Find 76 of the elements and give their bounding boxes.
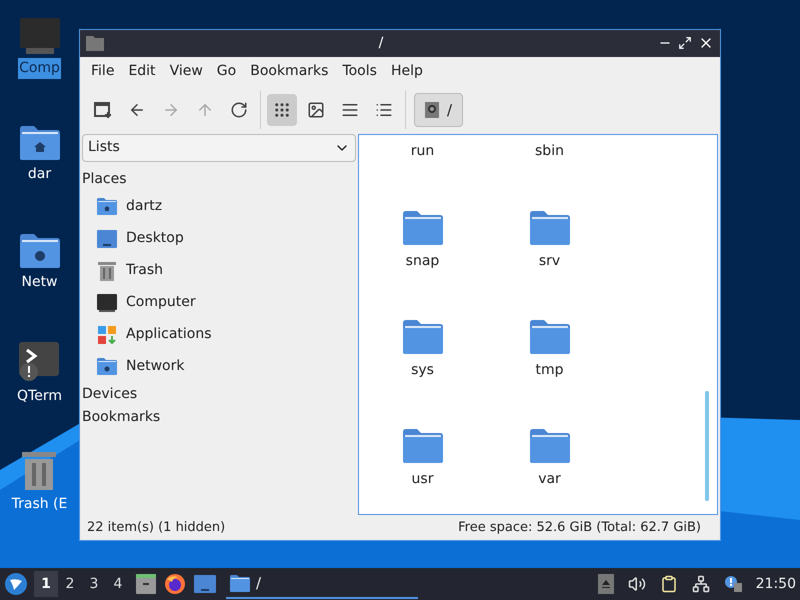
trash-icon bbox=[22, 450, 56, 490]
window-title: / bbox=[378, 34, 384, 53]
folder-item[interactable]: usr bbox=[359, 404, 486, 514]
folder-icon bbox=[530, 210, 570, 245]
workspace-tab[interactable]: 3 bbox=[82, 571, 106, 597]
toolbar-button[interactable] bbox=[267, 94, 297, 126]
drive-icon bbox=[425, 102, 439, 118]
path-button[interactable]: / bbox=[414, 93, 464, 128]
trash-icon bbox=[98, 260, 116, 281]
item-count: 22 item(s) (1 hidden) bbox=[87, 518, 226, 537]
terminal-icon bbox=[19, 342, 60, 382]
sidebar-item[interactable]: Desktop bbox=[82, 222, 356, 255]
task-button[interactable]: / bbox=[226, 569, 418, 599]
reload-icon bbox=[230, 101, 248, 120]
folder-icon bbox=[402, 210, 442, 245]
section-header[interactable]: Devices bbox=[82, 382, 356, 406]
home-folder-icon bbox=[97, 198, 117, 216]
workspace-tab[interactable]: 4 bbox=[106, 571, 130, 597]
notification-icon[interactable] bbox=[724, 575, 742, 593]
menu-item[interactable]: File bbox=[84, 61, 122, 82]
maximize-icon[interactable] bbox=[678, 36, 692, 50]
desktop-icon-label[interactable]: Comp bbox=[18, 58, 61, 79]
menu-item[interactable]: Tools bbox=[335, 61, 384, 82]
folder-item[interactable]: tmp bbox=[486, 296, 613, 405]
monitor-icon bbox=[97, 294, 117, 312]
folder-item[interactable]: var bbox=[486, 404, 613, 514]
sidebar-item[interactable]: Computer bbox=[82, 286, 356, 319]
volume-icon[interactable] bbox=[628, 575, 646, 593]
file-cabinet-icon[interactable] bbox=[136, 574, 156, 594]
free-space: Free space: 52.6 GiB (Total: 62.7 GiB) bbox=[458, 518, 701, 537]
eject-icon[interactable] bbox=[598, 574, 614, 594]
network-folder-icon bbox=[20, 234, 60, 268]
folder-item[interactable]: srv bbox=[486, 186, 613, 296]
lists-dropdown[interactable]: Lists bbox=[82, 134, 356, 162]
section-header[interactable]: Places bbox=[82, 168, 356, 191]
section-header[interactable]: Bookmarks bbox=[82, 406, 356, 429]
folder-icon bbox=[530, 320, 570, 354]
folder-icon bbox=[86, 35, 104, 52]
menu-item[interactable]: View bbox=[162, 61, 210, 82]
workspace-tab[interactable]: 2 bbox=[58, 571, 82, 597]
desktop-icon-label[interactable]: QTerm bbox=[16, 386, 63, 407]
image-icon bbox=[307, 101, 325, 120]
desktop-icon-label[interactable]: Netw bbox=[20, 272, 59, 293]
desktop-icon-label[interactable]: Trash (E bbox=[10, 494, 68, 515]
start-menu-icon[interactable] bbox=[4, 572, 28, 596]
sidebar-item[interactable]: Trash bbox=[82, 254, 356, 287]
apps-icon bbox=[98, 326, 116, 344]
new-tab-icon bbox=[94, 101, 112, 120]
folder-icon bbox=[230, 574, 250, 592]
folder-icon bbox=[402, 428, 442, 463]
monitor-icon bbox=[20, 18, 60, 54]
scrollbar[interactable] bbox=[705, 390, 709, 501]
home-folder-icon bbox=[20, 126, 60, 160]
folder-item[interactable]: snap bbox=[359, 186, 486, 296]
menu-item[interactable]: Bookmarks bbox=[243, 61, 336, 82]
desktop-icon[interactable] bbox=[194, 575, 216, 593]
browser-icon[interactable] bbox=[164, 573, 186, 595]
folder-icon bbox=[402, 320, 442, 354]
menu-item[interactable]: Edit bbox=[121, 61, 163, 82]
network-folder-icon bbox=[97, 358, 117, 376]
grid-icon bbox=[273, 101, 291, 120]
clock[interactable]: 21:50 bbox=[756, 574, 796, 594]
desktop-icon-label[interactable]: dar bbox=[26, 164, 52, 185]
folder-item[interactable]: sys bbox=[359, 296, 486, 405]
sidebar-item[interactable]: Network bbox=[82, 350, 356, 383]
menu-item[interactable]: Go bbox=[210, 61, 244, 82]
folder-item[interactable]: sbin bbox=[486, 134, 613, 187]
network-icon[interactable] bbox=[692, 575, 710, 593]
workspace-tab[interactable]: 1 bbox=[34, 571, 58, 597]
folder-icon bbox=[530, 428, 570, 463]
desktop-icon bbox=[97, 230, 117, 248]
menu-item[interactable]: Help bbox=[384, 61, 430, 82]
folder-item[interactable]: run bbox=[359, 134, 486, 187]
sidebar-item[interactable]: Applications bbox=[82, 318, 356, 351]
sidebar-item[interactable]: dartz bbox=[82, 190, 356, 223]
clipboard-icon[interactable] bbox=[660, 575, 678, 593]
